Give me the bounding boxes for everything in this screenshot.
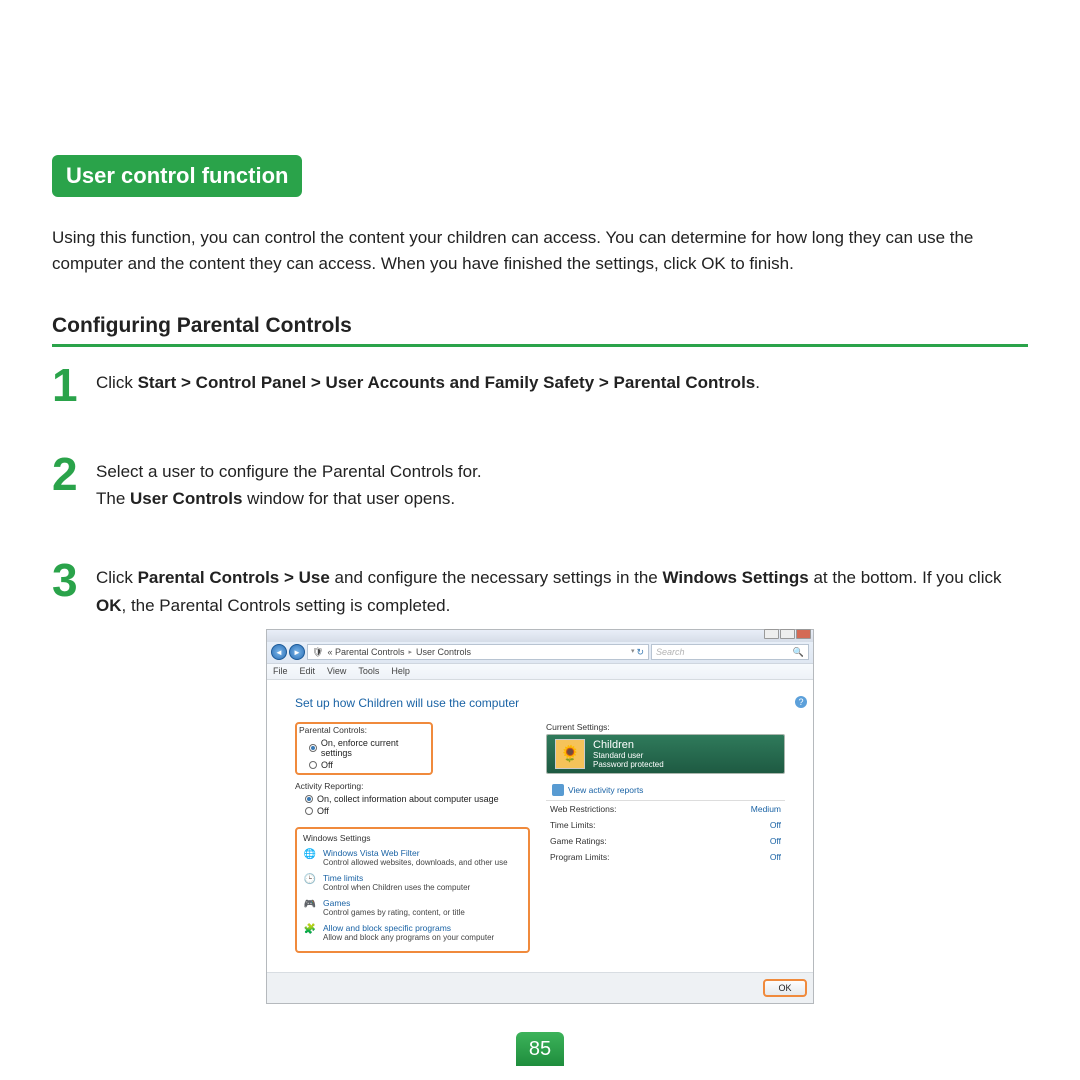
forward-button[interactable]: ►: [289, 644, 305, 660]
current-settings-label: Current Settings:: [546, 722, 785, 732]
radio-icon: [305, 795, 313, 803]
radio-icon: [309, 761, 317, 769]
breadcrumb[interactable]: 🛡 « Parental Controls ▸ User Controls ▾ …: [307, 644, 649, 660]
intro-text: Using this function, you can control the…: [52, 225, 1028, 278]
section-title: User control function: [52, 155, 302, 197]
step-text: Click Start > Control Panel > User Accou…: [96, 365, 760, 396]
nav-bar: ◄ ► 🛡 « Parental Controls ▸ User Control…: [267, 642, 813, 664]
menu-help[interactable]: Help: [391, 666, 410, 676]
windows-settings-highlight: Windows Settings 🌐 Windows Vista Web Fil…: [295, 827, 530, 953]
menu-view[interactable]: View: [327, 666, 346, 676]
user-role: Standard user: [593, 751, 664, 760]
user-password-status: Password protected: [593, 760, 664, 769]
web-filter-link[interactable]: 🌐 Windows Vista Web FilterControl allowe…: [303, 845, 522, 870]
chevron-right-icon: ▸: [408, 648, 412, 656]
clock-icon: 🕒: [303, 873, 317, 887]
games-icon: 🎮: [303, 898, 317, 912]
menu-file[interactable]: File: [273, 666, 288, 676]
search-icon: 🔍: [793, 647, 804, 658]
dropdown-icon[interactable]: ▾: [631, 647, 635, 658]
time-limits-link[interactable]: 🕒 Time limitsControl when Children uses …: [303, 870, 522, 895]
window-content: ? Set up how Children will use the compu…: [267, 680, 813, 972]
user-name: Children: [593, 739, 664, 751]
ar-on-radio[interactable]: On, collect information about computer u…: [295, 793, 530, 805]
ok-button[interactable]: OK: [763, 979, 807, 997]
menu-edit[interactable]: Edit: [300, 666, 316, 676]
games-link[interactable]: 🎮 GamesControl games by rating, content,…: [303, 895, 522, 920]
step-number: 1: [52, 365, 84, 406]
parental-controls-highlight: Parental Controls: On, enforce current s…: [295, 722, 433, 775]
menu-tools[interactable]: Tools: [358, 666, 379, 676]
help-icon[interactable]: ?: [795, 696, 807, 708]
parental-controls-label: Parental Controls:: [299, 725, 429, 735]
refresh-icon[interactable]: ↻: [636, 647, 644, 658]
activity-reporting-label: Activity Reporting:: [295, 781, 530, 791]
step-3: 3 Click Parental Controls > Use and conf…: [52, 560, 1028, 618]
folder-icon: 🛡: [312, 647, 323, 658]
steps-list: 1 Click Start > Control Panel > User Acc…: [52, 365, 1028, 619]
pc-on-radio[interactable]: On, enforce current settings: [299, 737, 429, 759]
step-number: 2: [52, 454, 84, 495]
view-activity-reports-link[interactable]: View activity reports: [546, 780, 785, 801]
web-restrictions-row: Web Restrictions:Medium: [546, 801, 785, 817]
pc-off-radio[interactable]: Off: [299, 759, 429, 771]
page-number: 85: [516, 1032, 564, 1066]
programs-icon: 🧩: [303, 923, 317, 937]
windows-settings-label: Windows Settings: [303, 833, 522, 843]
radio-icon: [309, 744, 317, 752]
step-1: 1 Click Start > Control Panel > User Acc…: [52, 365, 1028, 406]
setup-title: Set up how Children will use the compute…: [295, 696, 785, 710]
title-bar: [267, 630, 813, 642]
time-limits-row: Time Limits:Off: [546, 817, 785, 833]
radio-icon: [305, 807, 313, 815]
right-column: Current Settings: 🌻 Children Standard us…: [546, 722, 785, 953]
screenshot-window: ◄ ► 🛡 « Parental Controls ▸ User Control…: [266, 629, 814, 1004]
window-footer: OK: [267, 972, 813, 1003]
back-button[interactable]: ◄: [271, 644, 287, 660]
step-text: Click Parental Controls > Use and config…: [96, 560, 1028, 618]
globe-icon: 🌐: [303, 848, 317, 862]
step-number: 3: [52, 560, 84, 601]
ar-off-radio[interactable]: Off: [295, 805, 530, 817]
minimize-button[interactable]: [764, 629, 779, 639]
close-button[interactable]: [796, 629, 811, 639]
subheading: Configuring Parental Controls: [52, 314, 1028, 347]
program-limits-row: Program Limits:Off: [546, 849, 785, 865]
avatar: 🌻: [555, 739, 585, 769]
step-2: 2 Select a user to configure the Parenta…: [52, 454, 1028, 512]
maximize-button[interactable]: [780, 629, 795, 639]
step-text: Select a user to configure the Parental …: [96, 454, 482, 512]
menu-bar: File Edit View Tools Help: [267, 664, 813, 680]
search-input[interactable]: Search 🔍: [651, 644, 809, 660]
game-ratings-row: Game Ratings:Off: [546, 833, 785, 849]
report-icon: [552, 784, 564, 796]
programs-link[interactable]: 🧩 Allow and block specific programsAllow…: [303, 920, 522, 945]
left-column: Parental Controls: On, enforce current s…: [295, 722, 530, 953]
user-card: 🌻 Children Standard user Password protec…: [546, 734, 785, 774]
